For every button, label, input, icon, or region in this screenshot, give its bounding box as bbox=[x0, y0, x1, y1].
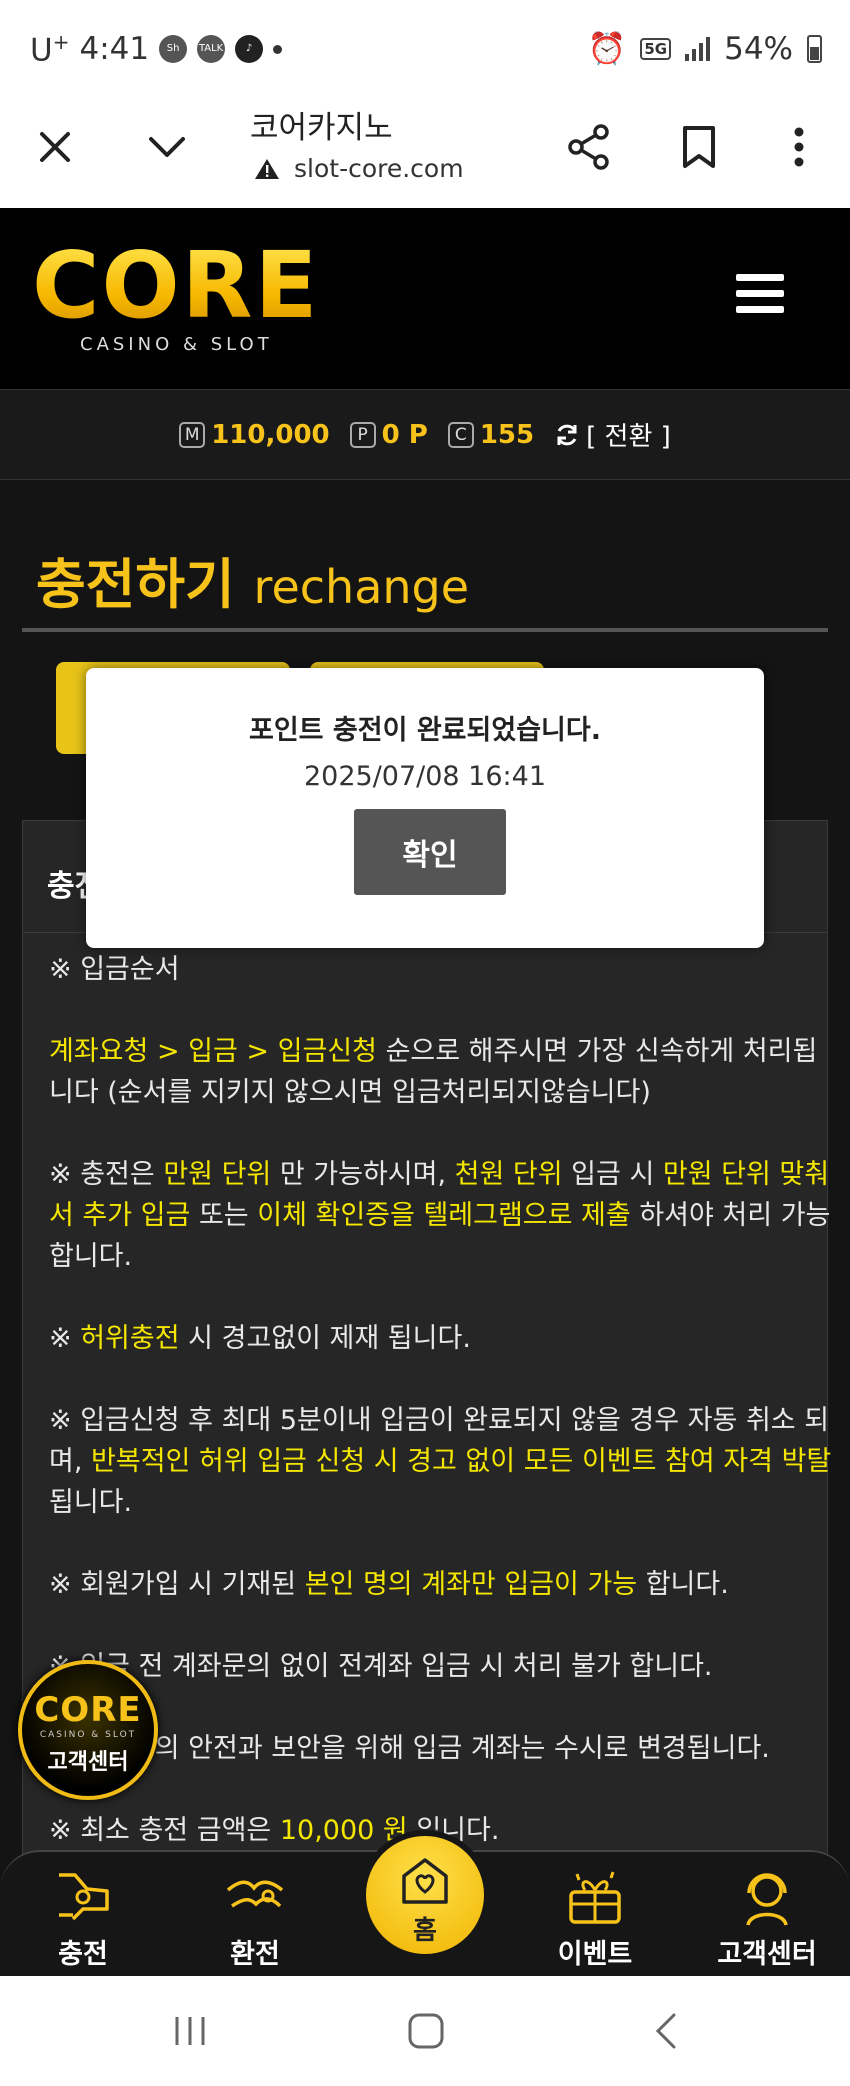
support-headset-icon bbox=[692, 1866, 842, 1928]
close-icon[interactable] bbox=[20, 112, 90, 182]
rule-order: 계좌요청 > 입금 > 입금신청 순으로 해주시면 가장 신속하게 처리됩니다 … bbox=[49, 1036, 818, 1108]
rule-order-heading: ※ 입금순서 bbox=[49, 954, 180, 985]
title-divider bbox=[22, 628, 828, 632]
alert-dialog: 포인트 충전이 완료되었습니다. 2025/07/08 16:41 확인 bbox=[86, 668, 764, 948]
badge-logo-sub: CASINO & SLOT bbox=[39, 1730, 137, 1740]
dialog-message: 포인트 충전이 완료되었습니다. bbox=[249, 715, 601, 746]
nav-withdraw[interactable]: 환전 bbox=[180, 1866, 330, 1971]
balance-bar: M 110,000 P 0 P C 155 [ 전환 ] bbox=[0, 390, 850, 480]
browser-toolbar: 코어카지노 slot-core.com bbox=[0, 92, 850, 208]
clock: 4:41 bbox=[79, 31, 150, 68]
carrier-label: U+ bbox=[30, 30, 70, 69]
money-value: 110,000 bbox=[211, 419, 330, 450]
coin-value: 155 bbox=[479, 419, 535, 450]
tiktok-icon: ♪ bbox=[235, 35, 264, 64]
nav-event[interactable]: 이벤트 bbox=[520, 1866, 670, 1971]
signal-icon bbox=[685, 36, 711, 61]
talk-app-icon: TALK bbox=[197, 35, 226, 64]
coin-balance: C 155 bbox=[447, 419, 535, 450]
bank-app-icon: Sh bbox=[159, 35, 188, 64]
recent-apps-icon[interactable] bbox=[160, 2006, 220, 2056]
home-heart-icon bbox=[366, 1854, 484, 1910]
swap-button[interactable]: [ 전환 ] bbox=[554, 416, 671, 453]
system-nav-bar bbox=[0, 1976, 850, 2086]
badge-label: 고객센터 bbox=[47, 1750, 129, 1775]
rule-inquiry: ※ 입금 전 계좌문의 없이 전계좌 입금 시 처리 불가 합니다. bbox=[49, 1651, 713, 1682]
menu-icon[interactable] bbox=[736, 274, 784, 322]
rule-account-change: ※ 회원님의 안전과 보안을 위해 입금 계좌는 수시로 변경됩니다. bbox=[49, 1733, 770, 1764]
refresh-icon bbox=[557, 424, 577, 445]
site-header: CORE CASINO & SLOT bbox=[0, 208, 850, 390]
rule-auto-cancel: ※ 입금신청 후 최대 5분이내 입금이 완료되지 않을 경우 자동 취소 되며… bbox=[49, 1405, 832, 1518]
logo-word: CORE bbox=[32, 232, 320, 339]
gift-icon bbox=[520, 1866, 670, 1928]
site-logo[interactable]: CORE CASINO & SLOT bbox=[32, 232, 320, 356]
chevron-down-icon[interactable] bbox=[132, 112, 202, 182]
confirm-button[interactable]: 확인 bbox=[354, 809, 506, 895]
point-balance: P 0 P bbox=[349, 419, 428, 450]
point-icon: P bbox=[349, 421, 376, 448]
dialog-datetime: 2025/07/08 16:41 bbox=[303, 761, 546, 792]
battery-percent: 54% bbox=[724, 30, 793, 67]
home-button-icon[interactable] bbox=[396, 2006, 456, 2056]
page-title: 충전하기 rechange bbox=[36, 553, 470, 616]
battery-icon bbox=[807, 34, 822, 63]
customer-center-badge[interactable]: CORE CASINO & SLOT 고객센터 bbox=[18, 1660, 158, 1800]
browser-page-title: 코어카지노 bbox=[250, 110, 393, 146]
nav-support[interactable]: 고객센터 bbox=[692, 1866, 842, 1971]
rule-unit: ※ 충전은 만원 단위 만 가능하시며, 천원 단위 입금 시 만원 단위 맞춰… bbox=[49, 1159, 831, 1272]
point-value: 0 P bbox=[381, 419, 428, 450]
address-bar[interactable]: slot-core.com bbox=[254, 154, 464, 183]
nav-home[interactable]: 홈 bbox=[360, 1830, 490, 1960]
money-balance: M 110,000 bbox=[179, 419, 330, 450]
network-label: 5G bbox=[640, 37, 672, 60]
badge-logo-word: CORE bbox=[34, 1690, 142, 1730]
coin-icon: C bbox=[447, 421, 474, 448]
more-vert-icon[interactable] bbox=[764, 112, 834, 182]
bottom-nav: 충전 환전 홈 이벤트 고객센터 bbox=[0, 1830, 850, 1976]
warning-icon bbox=[255, 158, 279, 179]
withdraw-icon bbox=[180, 1866, 330, 1928]
alarm-icon: ⏰ bbox=[587, 31, 627, 67]
bookmark-icon[interactable] bbox=[664, 112, 734, 182]
money-icon: M bbox=[179, 421, 206, 448]
url-text: slot-core.com bbox=[294, 154, 464, 183]
rule-own-account: ※ 회원가입 시 기재된 본인 명의 계좌만 입금이 가능 합니다. bbox=[49, 1569, 729, 1600]
rule-false-deposit: ※ 허위충전 시 경고없이 제재 됩니다. bbox=[49, 1323, 471, 1354]
back-icon[interactable] bbox=[636, 2006, 696, 2056]
status-bar: U+ 4:41 Sh TALK ♪ ⏰ 5G 54% bbox=[0, 0, 850, 92]
nav-deposit[interactable]: 충전 bbox=[8, 1866, 158, 1971]
swap-label: [ 전환 ] bbox=[586, 422, 671, 452]
notification-dot-icon bbox=[273, 44, 283, 54]
deposit-icon bbox=[8, 1866, 158, 1928]
share-icon[interactable] bbox=[554, 112, 624, 182]
